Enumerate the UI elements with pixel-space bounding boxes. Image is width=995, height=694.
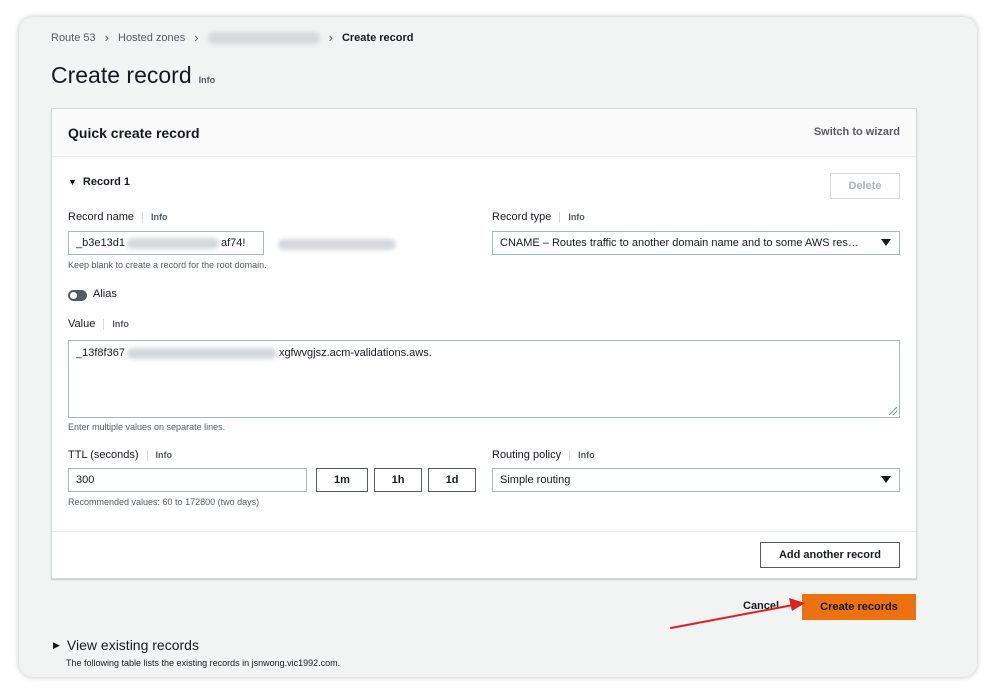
annotation-arrow-icon (670, 598, 805, 629)
view-existing-records-title: View existing records (66, 637, 199, 653)
view-existing-records-toggle[interactable]: ▶ View existing records (53, 637, 199, 653)
caret-right-icon: ▶ (53, 639, 60, 650)
existing-records-description: The following table lists the existing r… (66, 658, 341, 668)
console-window: Route 53 › Hosted zones › › Create recor… (19, 17, 977, 677)
